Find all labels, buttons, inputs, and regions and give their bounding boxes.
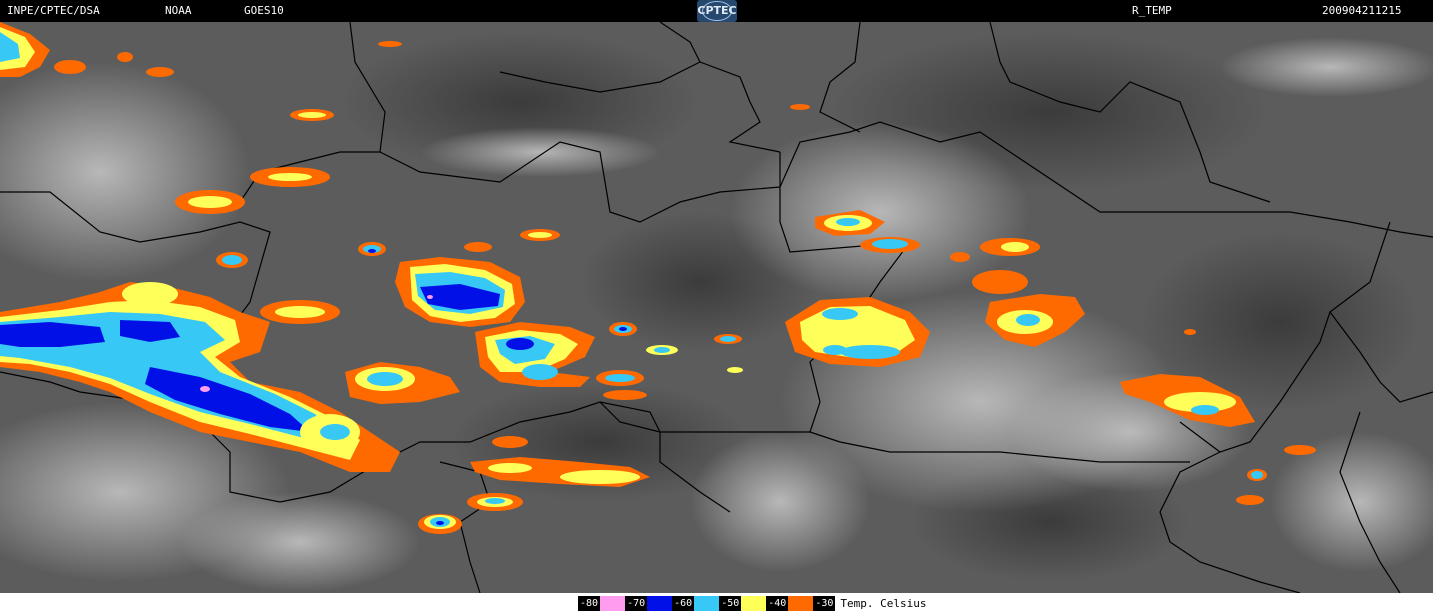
timestamp-label: 200904211215 <box>1322 4 1402 17</box>
satellite-map <box>0 22 1433 593</box>
legend-tick-label: -70 <box>625 596 648 611</box>
agency-label: NOAA <box>165 4 192 17</box>
cptec-logo: CPTEC <box>697 0 737 22</box>
legend-swatch <box>647 596 673 611</box>
legend-unit-label: Temp. Celsius <box>840 597 927 610</box>
legend-swatch <box>694 596 720 611</box>
satellite-label: GOES10 <box>244 4 284 17</box>
legend-tick-label: -80 <box>578 596 601 611</box>
temperature-legend: -80 -70 -60 -50 -40 -30 Temp. Celsius <box>0 593 1433 614</box>
legend-tick-label: -50 <box>719 596 742 611</box>
legend-swatch <box>600 596 626 611</box>
legend-swatch <box>741 596 767 611</box>
legend-tick-label: -40 <box>766 596 789 611</box>
product-label: R_TEMP <box>1132 4 1172 17</box>
legend-tick-label: -30 <box>813 596 836 611</box>
legend-swatch <box>788 596 814 611</box>
legend-tick-label: -60 <box>672 596 695 611</box>
header-bar: INPE/CPTEC/DSA NOAA GOES10 CPTEC R_TEMP … <box>0 0 1433 22</box>
source-label: INPE/CPTEC/DSA <box>7 4 100 17</box>
